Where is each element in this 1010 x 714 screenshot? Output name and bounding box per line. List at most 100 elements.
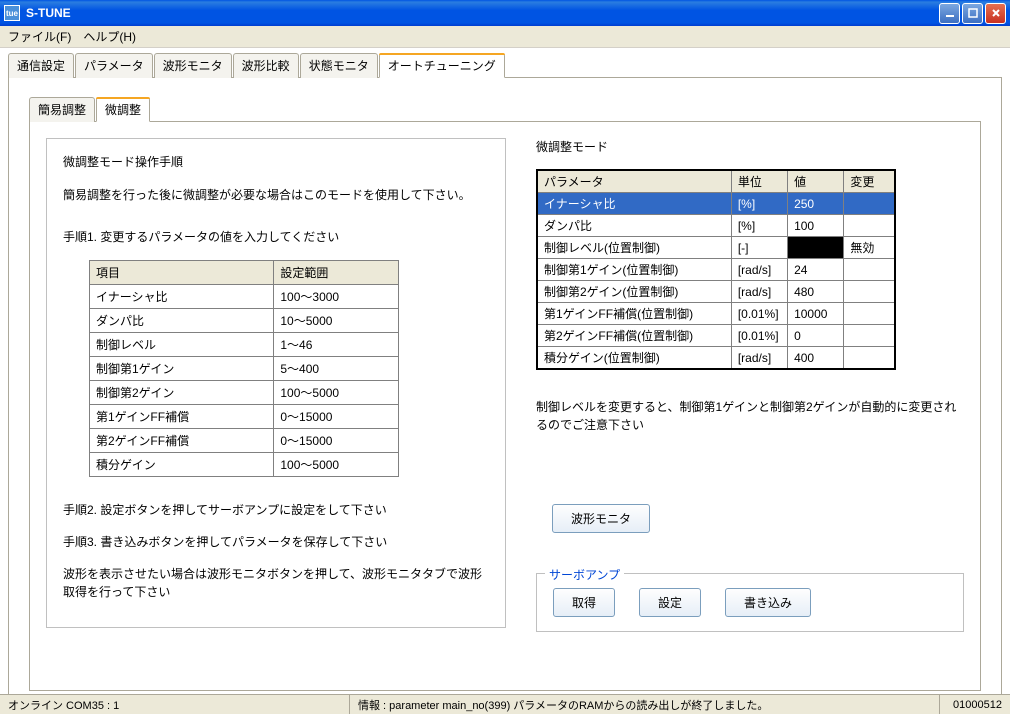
spec-row: 制御第1ゲイン5～400 [90,357,399,381]
param-cell-value[interactable]: 480 [788,281,844,303]
param-cell-change [844,215,895,237]
param-cell-value[interactable]: 400 [788,347,844,370]
param-cell-name: イナーシャ比 [537,193,731,215]
step1-text: 手順1. 変更するパラメータの値を入力してください [63,228,489,246]
mode-title: 微調整モード [536,138,964,155]
param-cell-value[interactable]: 10000 [788,303,844,325]
minimize-button[interactable] [939,3,960,24]
param-cell-value[interactable]: 100 [788,215,844,237]
param-cell-value[interactable]: 250 [788,193,844,215]
param-cell-name: 積分ゲイン(位置制御) [537,347,731,370]
spec-cell-range: 100～5000 [274,453,399,477]
param-table[interactable]: パラメータ 単位 値 変更 イナーシャ比[%]250ダンパ比[%]100制御レベ… [536,169,896,370]
spec-row: 第2ゲインFF補償0～15000 [90,429,399,453]
main-tabs: 通信設定 パラメータ 波形モニタ 波形比較 状態モニタ オートチューニング [8,52,1002,77]
param-cell-name: ダンパ比 [537,215,731,237]
param-cell-value[interactable] [788,237,844,259]
spec-cell-range: 5～400 [274,357,399,381]
spec-cell-range: 1～46 [274,333,399,357]
menubar: ファイル(F) ヘルプ(H) [0,26,1010,48]
tab-state-mon[interactable]: 状態モニタ [300,53,378,78]
servo-amp-legend: サーボアンプ [545,566,624,583]
subtab-easy[interactable]: 簡易調整 [29,97,95,122]
param-row[interactable]: 第1ゲインFF補償(位置制御)[0.01%]10000 [537,303,895,325]
param-row[interactable]: 制御第1ゲイン(位置制御)[rad/s]24 [537,259,895,281]
param-cell-value[interactable]: 0 [788,325,844,347]
spec-cell-item: 制御第2ゲイン [90,381,274,405]
close-button[interactable] [985,3,1006,24]
step3-text: 手順3. 書き込みボタンを押してパラメータを保存して下さい [63,533,489,551]
maximize-button[interactable] [962,3,983,24]
spec-hdr-item: 項目 [90,261,274,285]
param-cell-unit: [%] [731,215,787,237]
tab-param[interactable]: パラメータ [75,53,153,78]
param-cell-name: 制御レベル(位置制御) [537,237,731,259]
procedure-intro: 簡易調整を行った後に微調整が必要な場合はこのモードを使用して下さい。 [63,186,489,204]
spec-cell-item: 制御レベル [90,333,274,357]
sub-tabs: 簡易調整 微調整 [29,96,981,121]
param-row[interactable]: 積分ゲイン(位置制御)[rad/s]400 [537,347,895,370]
param-cell-change [844,259,895,281]
param-cell-unit: [0.01%] [731,303,787,325]
procedure-title: 微調整モード操作手順 [63,153,489,170]
param-cell-unit: [0.01%] [731,325,787,347]
spec-row: 第1ゲインFF補償0～15000 [90,405,399,429]
param-cell-unit: [rad/s] [731,281,787,303]
param-cell-name: 制御第2ゲイン(位置制御) [537,281,731,303]
titlebar: tue S-TUNE [0,0,1010,26]
param-cell-value[interactable]: 24 [788,259,844,281]
subtab-fine[interactable]: 微調整 [96,97,150,122]
param-row[interactable]: イナーシャ比[%]250 [537,193,895,215]
status-info: 情報 : parameter main_no(399) パラメータのRAMからの… [350,695,940,714]
param-cell-name: 制御第1ゲイン(位置制御) [537,259,731,281]
tab-comm[interactable]: 通信設定 [8,53,74,78]
spec-row: ダンパ比10～5000 [90,309,399,333]
spec-row: 制御第2ゲイン100～5000 [90,381,399,405]
servo-amp-group: サーボアンプ 取得 設定 書き込み [536,573,964,632]
param-cell-change [844,347,895,370]
spec-hdr-range: 設定範囲 [274,261,399,285]
hdr-unit: 単位 [731,170,787,193]
param-row[interactable]: 第2ゲインFF補償(位置制御)[0.01%]0 [537,325,895,347]
spec-cell-item: 積分ゲイン [90,453,274,477]
spec-cell-range: 100～3000 [274,285,399,309]
param-cell-change [844,325,895,347]
spec-cell-item: ダンパ比 [90,309,274,333]
spec-cell-item: 第1ゲインFF補償 [90,405,274,429]
param-row[interactable]: 制御レベル(位置制御)[-]無効 [537,237,895,259]
spec-cell-range: 10～5000 [274,309,399,333]
statusbar: オンライン COM35 : 1 情報 : parameter main_no(3… [0,694,1010,714]
tab-auto-tune[interactable]: オートチューニング [379,53,505,78]
spec-cell-item: イナーシャ比 [90,285,274,309]
write-button[interactable]: 書き込み [725,588,811,617]
spec-row: 制御レベル1～46 [90,333,399,357]
param-row[interactable]: 制御第2ゲイン(位置制御)[rad/s]480 [537,281,895,303]
main-tab-panel: 簡易調整 微調整 微調整モード操作手順 簡易調整を行った後に微調整が必要な場合は… [8,77,1002,699]
caution-note: 制御レベルを変更すると、制御第1ゲインと制御第2ゲインが自動的に変更されるのでご… [536,398,964,434]
tab-wave-mon[interactable]: 波形モニタ [154,53,232,78]
param-cell-unit: [rad/s] [731,259,787,281]
param-cell-name: 第2ゲインFF補償(位置制御) [537,325,731,347]
status-version: 01000512 [940,695,1010,714]
tab-wave-cmp[interactable]: 波形比較 [233,53,299,78]
spec-table: 項目 設定範囲 イナーシャ比100～3000ダンパ比10～5000制御レベル1～… [89,260,399,477]
spec-row: イナーシャ比100～3000 [90,285,399,309]
set-button[interactable]: 設定 [639,588,701,617]
spec-cell-item: 第2ゲインFF補償 [90,429,274,453]
param-cell-change: 無効 [844,237,895,259]
param-row[interactable]: ダンパ比[%]100 [537,215,895,237]
menu-file[interactable]: ファイル(F) [8,28,71,45]
spec-cell-range: 0～15000 [274,429,399,453]
hdr-change: 変更 [844,170,895,193]
procedure-fieldset: 微調整モード操作手順 簡易調整を行った後に微調整が必要な場合はこのモードを使用し… [46,138,506,628]
get-button[interactable]: 取得 [553,588,615,617]
step2-text: 手順2. 設定ボタンを押してサーボアンプに設定をして下さい [63,501,489,519]
hdr-value: 値 [788,170,844,193]
param-cell-unit: [%] [731,193,787,215]
window-title: S-TUNE [26,6,939,20]
wave-monitor-button[interactable]: 波形モニタ [552,504,650,533]
param-cell-unit: [rad/s] [731,347,787,370]
menu-help[interactable]: ヘルプ(H) [83,28,136,45]
param-cell-change [844,303,895,325]
subtab-panel: 微調整モード操作手順 簡易調整を行った後に微調整が必要な場合はこのモードを使用し… [29,121,981,691]
